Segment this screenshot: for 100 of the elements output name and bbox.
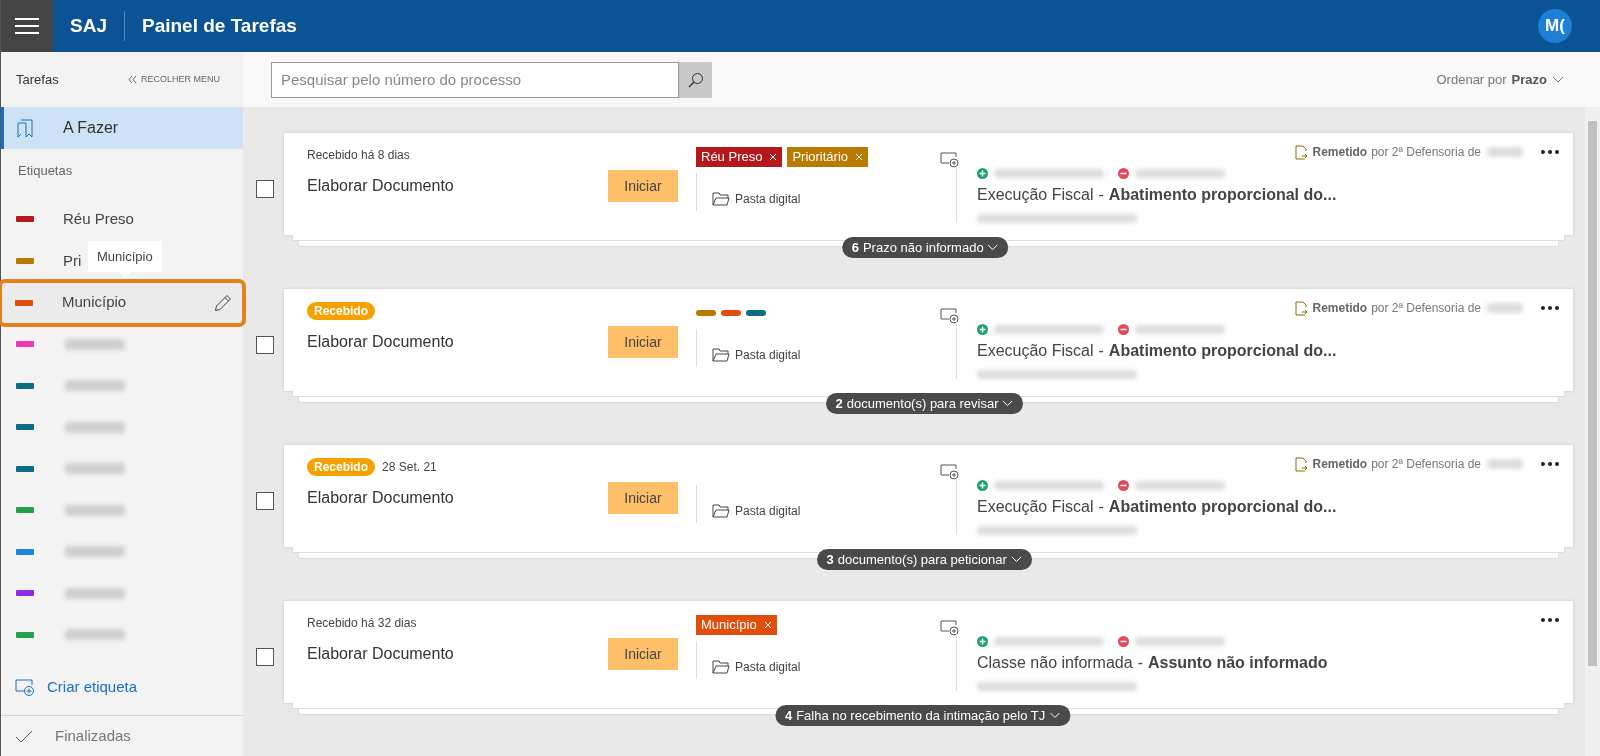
label-name[interactable]: Pri: [63, 249, 82, 272]
add-tag-button[interactable]: [940, 152, 960, 168]
digital-folder-link[interactable]: Pasta digital: [712, 657, 801, 676]
tag-chip[interactable]: Prioritário: [787, 147, 869, 167]
menu-icon: [15, 17, 39, 35]
menu-button[interactable]: [1, 0, 53, 52]
folder-icon: [712, 659, 730, 674]
create-label-button[interactable]: Criar etiqueta: [1, 673, 243, 702]
double-chevron-icon: [128, 75, 137, 84]
status-badge: Recebido: [307, 458, 375, 476]
user-avatar[interactable]: M(: [1538, 9, 1572, 43]
folder-icon: [712, 347, 730, 362]
close-icon[interactable]: [763, 621, 772, 629]
forwarded-info: Remetido por 2ª Defensoria de: [1295, 299, 1523, 317]
app-title: Painel de Tarefas: [141, 13, 297, 38]
checkbox[interactable]: [256, 648, 274, 666]
folder-icon: [712, 503, 730, 518]
redacted-text: [1487, 303, 1523, 313]
close-icon[interactable]: [855, 153, 864, 161]
more-options-button[interactable]: [1541, 618, 1559, 622]
search-button[interactable]: [679, 61, 712, 98]
sidebar-heading: Tarefas: [16, 70, 59, 89]
more-icon: [1541, 306, 1559, 310]
process-class-subject: Execução Fiscal - Abatimento proporcional do...: [977, 185, 1338, 205]
start-button[interactable]: Iniciar: [608, 638, 678, 670]
start-button[interactable]: Iniciar: [608, 170, 678, 202]
expand-pill[interactable]: 6 Prazo não informado: [841, 237, 1009, 258]
more-icon: [1541, 150, 1559, 154]
more-options-button[interactable]: [1541, 462, 1559, 466]
more-icon: [1541, 618, 1559, 622]
close-icon[interactable]: [769, 153, 778, 161]
finished-tasks-item[interactable]: Finalizadas: [1, 716, 243, 756]
redacted-text: [1487, 147, 1523, 157]
document-arrow-icon: [1295, 144, 1309, 160]
digital-folder-link[interactable]: Pasta digital: [712, 501, 801, 520]
task-title: Elaborar Documento: [307, 488, 454, 508]
tag-chip[interactable]: Município: [696, 615, 777, 635]
section-heading: Etiquetas: [17, 162, 74, 180]
chevron-down-icon: [1010, 556, 1022, 563]
expand-pill[interactable]: 4 Falha no recebimento da intimação pelo TJ: [774, 705, 1071, 726]
more-options-button[interactable]: [1541, 306, 1559, 310]
process-class-subject: Execução Fiscal - Abatimento proporcional do...: [977, 497, 1338, 517]
chevron-down-icon: [1049, 712, 1061, 719]
bookmark-icon: [17, 118, 33, 138]
plus-circle-icon: [977, 167, 988, 179]
digital-folder-link[interactable]: Pasta digital: [712, 189, 801, 208]
add-tag-button[interactable]: [940, 620, 960, 636]
date-text: 28 Set. 21: [382, 459, 437, 476]
chevron-down-icon: [1002, 400, 1014, 407]
received-text: Recebido há 8 dias: [307, 147, 410, 164]
task-title: Elaborar Documento: [307, 332, 454, 352]
tooltip: Município: [88, 240, 162, 278]
add-label-icon: [15, 679, 35, 696]
search-field[interactable]: Pesquisar pelo número do processo: [271, 61, 679, 98]
search-icon: [687, 71, 704, 88]
label-name[interactable]: Réu Preso: [63, 208, 134, 231]
folder-icon: [712, 191, 730, 206]
chevron-down-icon: [987, 244, 999, 251]
add-label-icon: [940, 308, 960, 324]
more-options-button[interactable]: [1541, 150, 1559, 154]
pencil-icon: [214, 293, 232, 312]
add-label-icon: [940, 620, 960, 636]
plus-circle-icon: [977, 635, 988, 647]
scrollbar[interactable]: [1585, 107, 1600, 756]
brand-name: SAJ: [70, 13, 107, 38]
checkbox[interactable]: [256, 492, 274, 510]
minus-circle-icon: [1118, 323, 1129, 335]
minus-circle-icon: [1118, 479, 1129, 491]
minus-circle-icon: [1118, 635, 1129, 647]
checkbox[interactable]: [256, 336, 274, 354]
sort-dropdown[interactable]: Ordenar por Prazo: [1436, 69, 1564, 90]
plus-circle-icon: [977, 479, 988, 491]
expand-pill[interactable]: 2 documento(s) para revisar: [825, 393, 1024, 414]
document-arrow-icon: [1295, 456, 1309, 472]
add-label-icon: [940, 464, 960, 480]
forwarded-info: Remetido por 2ª Defensoria de: [1295, 143, 1523, 161]
forwarded-info: Remetido por 2ª Defensoria de: [1295, 455, 1523, 473]
chevron-down-icon: [1552, 76, 1564, 83]
nav-item[interactable]: A Fazer: [1, 107, 243, 149]
plus-circle-icon: [977, 323, 988, 335]
process-class-subject: Execução Fiscal - Abatimento proporcional do...: [977, 341, 1338, 361]
tag-chip[interactable]: Réu Preso: [696, 147, 783, 167]
minus-circle-icon: [1118, 167, 1129, 179]
task-title: Elaborar Documento: [307, 176, 454, 196]
add-tag-button[interactable]: [940, 308, 960, 324]
received-text: Recebido há 32 dias: [307, 615, 417, 632]
more-icon: [1541, 462, 1559, 466]
start-button[interactable]: Iniciar: [608, 482, 678, 514]
collapse-menu-button[interactable]: RECOLHER MENU: [128, 72, 220, 87]
add-tag-button[interactable]: [940, 464, 960, 480]
checkbox[interactable]: [256, 180, 274, 198]
process-class-subject: Classe não informada - Assunto não informado: [977, 653, 1329, 673]
edit-button[interactable]: [214, 293, 232, 312]
start-button[interactable]: Iniciar: [608, 326, 678, 358]
digital-folder-link[interactable]: Pasta digital: [712, 345, 801, 364]
task-title: Elaborar Documento: [307, 644, 454, 664]
add-label-icon: [940, 152, 960, 168]
expand-pill[interactable]: 3 documento(s) para peticionar: [816, 549, 1032, 570]
redacted-text: [1487, 459, 1523, 469]
check-icon: [15, 729, 33, 743]
